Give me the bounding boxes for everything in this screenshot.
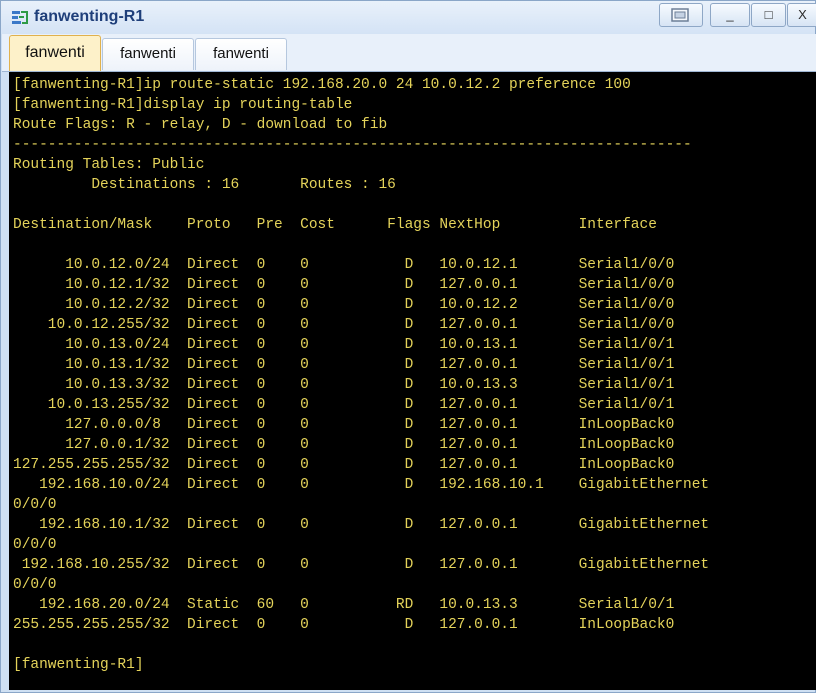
- terminal-line: 10.0.13.0/24 Direct 0 0 D 10.0.13.1 Seri…: [13, 337, 675, 353]
- terminal-line: 127.255.255.255/32 Direct 0 0 D 127.0.0.…: [13, 457, 675, 473]
- terminal-line: 127.0.0.0/8 Direct 0 0 D 127.0.0.1 InLoo…: [13, 417, 675, 433]
- terminal-console[interactable]: [fanwenting-R1]ip route-static 192.168.2…: [9, 72, 816, 690]
- terminal-line: [fanwenting-R1]ip route-static 192.168.2…: [13, 77, 631, 93]
- maximize-icon: □: [764, 7, 773, 22]
- terminal-line: 10.0.13.3/32 Direct 0 0 D 10.0.13.3 Seri…: [13, 377, 675, 393]
- tab-label: fanwenti: [213, 45, 269, 62]
- terminal-line: [fanwenting-R1]display ip routing-table: [13, 97, 353, 113]
- terminal-line: 10.0.13.1/32 Direct 0 0 D 127.0.0.1 Seri…: [13, 357, 675, 373]
- app-window: fanwenting-R1 _ □ X fanwenti fanwenti fa…: [0, 0, 816, 693]
- window-title: fanwenting-R1: [34, 8, 145, 25]
- tab-label: fanwenti: [25, 44, 85, 61]
- terminal-line: ----------------------------------------…: [13, 137, 692, 153]
- minimize-button[interactable]: _: [710, 3, 750, 27]
- tab-label: fanwenti: [120, 45, 176, 62]
- terminal-line: 192.168.20.0/24 Static 60 0 RD 10.0.13.3…: [13, 597, 675, 613]
- terminal-line: 255.255.255.255/32 Direct 0 0 D 127.0.0.…: [13, 617, 675, 633]
- tab-session-3[interactable]: fanwenti: [195, 38, 287, 70]
- terminal-line: 10.0.12.255/32 Direct 0 0 D 127.0.0.1 Se…: [13, 317, 675, 333]
- restore-window-icon: [671, 8, 689, 22]
- router-network-icon: [12, 11, 28, 24]
- terminal-line: 192.168.10.1/32 Direct 0 0 D 127.0.0.1 G…: [13, 517, 710, 533]
- terminal-line: Destination/Mask Proto Pre Cost Flags Ne…: [13, 217, 657, 233]
- title-bar[interactable]: fanwenting-R1 _ □ X: [1, 1, 816, 34]
- terminal-line: 192.168.10.255/32 Direct 0 0 D 127.0.0.1…: [13, 557, 710, 573]
- minimize-icon: _: [726, 7, 734, 22]
- tab-session-1[interactable]: fanwenti: [9, 35, 101, 71]
- terminal-line: 10.0.12.1/32 Direct 0 0 D 127.0.0.1 Seri…: [13, 277, 675, 293]
- terminal-line: 0/0/0: [13, 577, 57, 593]
- terminal-line: Routing Tables: Public: [13, 157, 205, 173]
- terminal-line: 10.0.12.0/24 Direct 0 0 D 10.0.12.1 Seri…: [13, 257, 675, 273]
- maximize-button[interactable]: □: [751, 3, 786, 27]
- terminal-line: 10.0.13.255/32 Direct 0 0 D 127.0.0.1 Se…: [13, 397, 675, 413]
- terminal-line: [fanwenting-R1]: [13, 657, 144, 673]
- terminal-output: [fanwenting-R1]ip route-static 192.168.2…: [9, 72, 816, 675]
- close-button[interactable]: X: [787, 3, 816, 27]
- tab-session-2[interactable]: fanwenti: [102, 38, 194, 70]
- session-tab-bar: fanwenti fanwenti fanwenti: [2, 34, 816, 72]
- terminal-line: Route Flags: R - relay, D - download to …: [13, 117, 388, 133]
- close-icon: X: [798, 7, 807, 22]
- terminal-line: 0/0/0: [13, 537, 57, 553]
- terminal-line: 192.168.10.0/24 Direct 0 0 D 192.168.10.…: [13, 477, 710, 493]
- terminal-line: 10.0.12.2/32 Direct 0 0 D 10.0.12.2 Seri…: [13, 297, 675, 313]
- restore-window-button[interactable]: [659, 3, 703, 27]
- terminal-line: Destinations : 16 Routes : 16: [13, 177, 396, 193]
- terminal-line: 0/0/0: [13, 497, 57, 513]
- terminal-line: 127.0.0.1/32 Direct 0 0 D 127.0.0.1 InLo…: [13, 437, 675, 453]
